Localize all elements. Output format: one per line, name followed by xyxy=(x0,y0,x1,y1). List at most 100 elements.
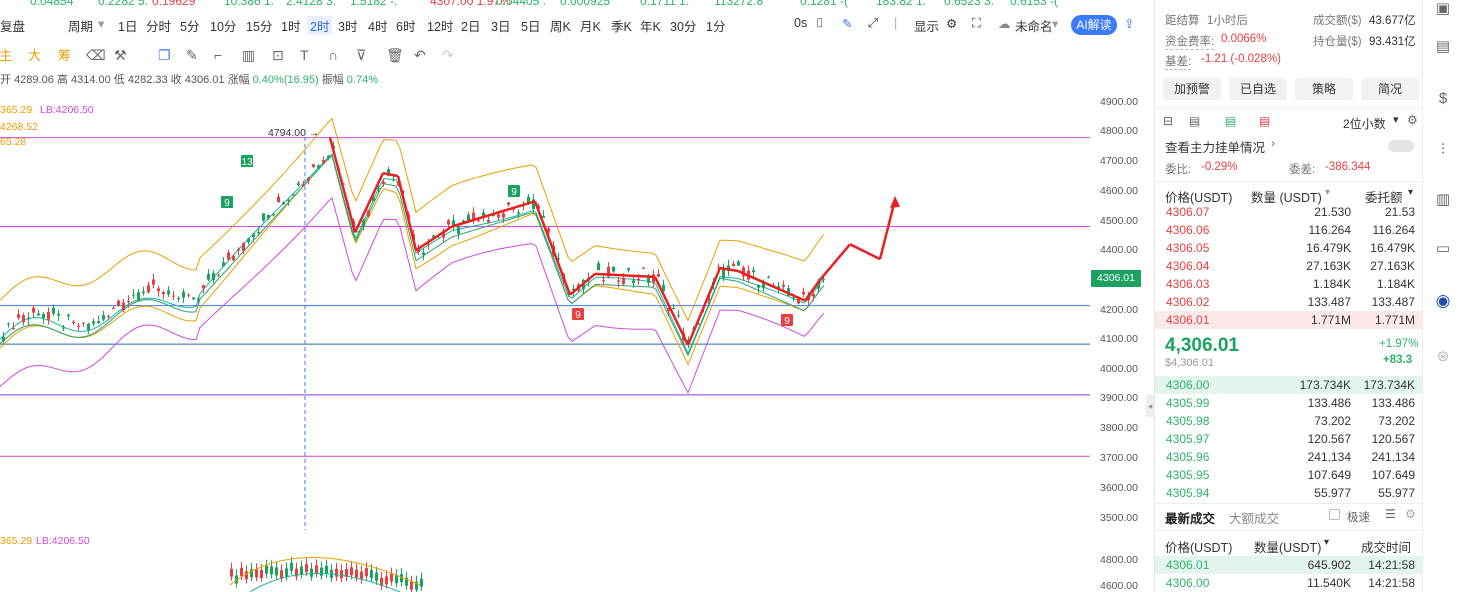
tab-large-trades[interactable]: 大额成交 xyxy=(1229,508,1279,527)
candle-body xyxy=(597,263,600,271)
dollar-icon[interactable]: $ xyxy=(1434,90,1452,108)
bid-row[interactable]: 4306.00 173.734K 173.734K xyxy=(1155,376,1423,394)
trend-arrow-segment xyxy=(353,172,385,233)
layout-icon[interactable]: ▣ xyxy=(1434,0,1452,18)
candle-body xyxy=(312,164,315,167)
order-price: 4306.07 xyxy=(1166,205,1210,219)
trend-arrow-segment xyxy=(803,279,822,302)
ask-row[interactable]: 4306.02 133.487 133.487 xyxy=(1155,293,1423,311)
document-icon[interactable]: ▤ xyxy=(1434,38,1452,56)
trade-qty-header[interactable]: 数量(USDT) xyxy=(1254,537,1321,556)
order-qty: 55.977 xyxy=(1314,486,1351,500)
candle-body xyxy=(307,177,310,181)
collapse-panel-handle[interactable]: ◂ xyxy=(1146,395,1154,417)
chevron-down-icon: ▾ xyxy=(1325,187,1331,198)
candle-body xyxy=(487,220,490,223)
trend-arrow-segment xyxy=(878,199,897,260)
current-price-tag: 4306.01 xyxy=(1091,270,1141,287)
ask-row[interactable]: 4306.05 16.479K 16.479K xyxy=(1155,239,1423,257)
sub-candle-body xyxy=(365,568,368,577)
chevron-down-icon: ▾ xyxy=(1324,537,1330,548)
strategy-button[interactable]: 策略 xyxy=(1295,78,1353,100)
funding-label[interactable]: 资金费率: xyxy=(1165,33,1215,50)
order-price: 4306.01 xyxy=(1166,313,1210,327)
bid-row[interactable]: 4305.98 73.202 73.202 xyxy=(1155,412,1423,430)
order-total: 107.649 xyxy=(1371,468,1415,482)
sub-candle-body xyxy=(370,570,373,579)
candle-body xyxy=(182,291,185,298)
candle-body xyxy=(127,300,130,303)
turnover-label: 成交额($) xyxy=(1313,15,1362,27)
candle-body xyxy=(97,321,100,324)
swap-icon[interactable]: ⊛ xyxy=(1434,348,1452,366)
candle-body xyxy=(722,268,725,279)
list-icon[interactable]: ☰ xyxy=(1385,507,1396,521)
candle-body xyxy=(282,202,285,205)
orderbook-both-icon[interactable]: ⊟ xyxy=(1163,114,1173,128)
candlestick-chart[interactable]: 13 9 9 9 9 4794.00 → xyxy=(0,0,1145,592)
change-percent: +1.97% xyxy=(1379,338,1419,350)
change-amount: +83.3 xyxy=(1383,354,1413,366)
bid-row[interactable]: 4305.96 241.134 241.134 xyxy=(1155,448,1423,466)
candle-body xyxy=(657,273,660,277)
candle-body xyxy=(237,249,240,251)
bid-row[interactable]: 4305.95 107.649 107.649 xyxy=(1155,466,1423,484)
candle-body xyxy=(377,187,380,189)
trend-arrow-segment xyxy=(382,171,399,178)
candle-body xyxy=(267,215,270,219)
candle-body xyxy=(362,220,365,227)
order-total: 241.134 xyxy=(1371,450,1415,464)
candle-body xyxy=(257,231,260,233)
price-tick-label: 3700.00 xyxy=(1100,452,1138,464)
robot-icon[interactable]: ◉ xyxy=(1434,292,1452,310)
ask-row[interactable]: 4306.04 27.163K 27.163K xyxy=(1155,257,1423,275)
td-marker-label: 9 xyxy=(784,316,790,327)
candle-body xyxy=(357,231,360,233)
ask-row[interactable]: 4306.03 1.184K 1.184K xyxy=(1155,275,1423,293)
orderbook-split-icon[interactable]: ▤ xyxy=(1189,114,1200,128)
bid-row[interactable]: 4305.97 120.567 120.567 xyxy=(1155,430,1423,448)
calculator-icon[interactable]: ▥ xyxy=(1434,191,1452,209)
window-icon[interactable]: ▭ xyxy=(1434,240,1452,258)
trend-arrow-segment xyxy=(415,225,453,252)
order-total: 16.479K xyxy=(1370,241,1415,255)
candle-body xyxy=(502,213,505,218)
order-price: 4305.97 xyxy=(1166,432,1210,446)
settings-icon[interactable]: ⚙ xyxy=(1405,507,1416,521)
orderbook-asks-icon[interactable]: ▤ xyxy=(1259,114,1270,128)
sub-candle-body xyxy=(265,565,268,574)
main-orders-toggle[interactable] xyxy=(1388,140,1414,152)
chart-icon[interactable]: ⫶ xyxy=(1434,141,1452,159)
candle-body xyxy=(327,155,330,159)
add-alert-button[interactable]: 加预警 xyxy=(1163,78,1221,100)
ma-line xyxy=(0,155,825,366)
favorited-button[interactable]: 已自选 xyxy=(1229,78,1287,100)
candle-body xyxy=(162,292,165,295)
last-price: 4,306.01 xyxy=(1165,335,1239,356)
bid-row[interactable]: 4305.99 133.486 133.486 xyxy=(1155,394,1423,412)
candle-body xyxy=(202,285,205,289)
ask-row[interactable]: 4306.01 1.771M 1.771M xyxy=(1155,311,1423,329)
ask-row[interactable]: 4306.06 116.264 116.264 xyxy=(1155,221,1423,239)
main-orders-link[interactable]: 查看主力挂单情况 xyxy=(1165,137,1265,156)
candle-body xyxy=(32,307,35,313)
candle-body xyxy=(77,325,80,327)
overview-button[interactable]: 简况 xyxy=(1361,78,1419,100)
settings-icon[interactable]: ⚙ xyxy=(1407,113,1418,127)
candle-body xyxy=(322,160,325,163)
candle-body xyxy=(212,273,215,281)
ask-row[interactable]: 4306.07 21.530 21.53 xyxy=(1155,203,1423,221)
candle-body xyxy=(317,165,320,168)
candle-body xyxy=(822,278,825,280)
candle-body xyxy=(47,311,50,320)
orderbook-bids-icon[interactable]: ▤ xyxy=(1225,114,1236,128)
sub-candle-body xyxy=(355,569,358,578)
fast-checkbox[interactable] xyxy=(1329,509,1340,520)
tab-latest-trades[interactable]: 最新成交 xyxy=(1165,508,1215,527)
basis-label[interactable]: 基差: xyxy=(1165,53,1192,70)
diff-value: -386.344 xyxy=(1325,161,1371,173)
decimals-dropdown[interactable]: 2位小数 xyxy=(1343,115,1386,132)
order-price: 4306.05 xyxy=(1166,241,1210,255)
bid-row[interactable]: 4305.94 55.977 55.977 xyxy=(1155,484,1423,502)
turnover-value: 43.677亿 xyxy=(1369,15,1416,27)
